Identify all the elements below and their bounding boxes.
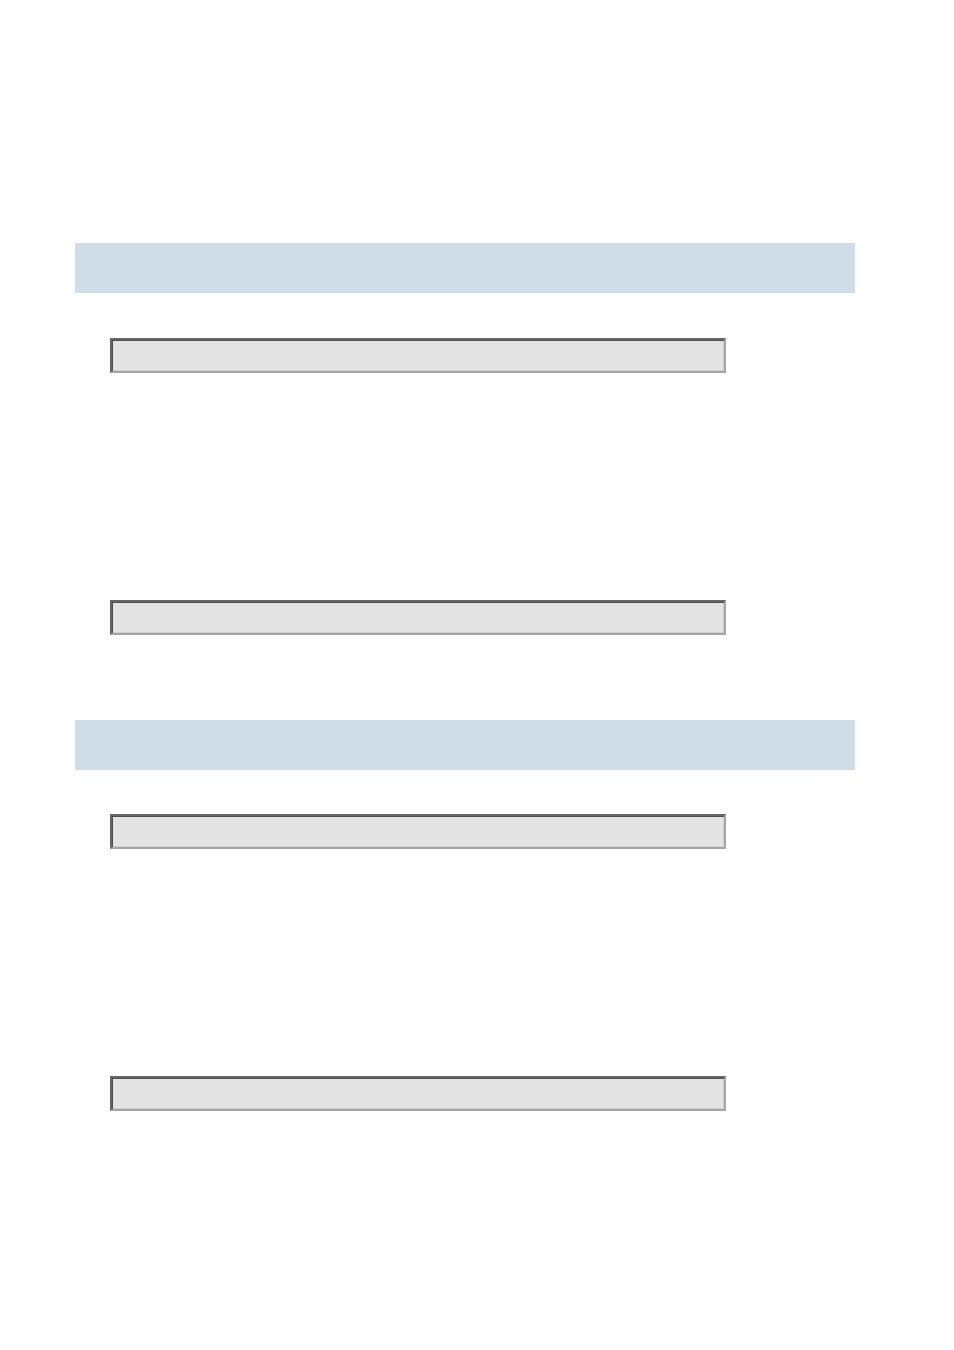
document-page	[0, 0, 954, 1350]
code-block	[110, 1076, 726, 1111]
section-header	[75, 720, 855, 770]
section-header	[75, 243, 855, 293]
code-block	[110, 600, 726, 635]
code-block	[110, 814, 726, 849]
code-block	[110, 338, 726, 373]
